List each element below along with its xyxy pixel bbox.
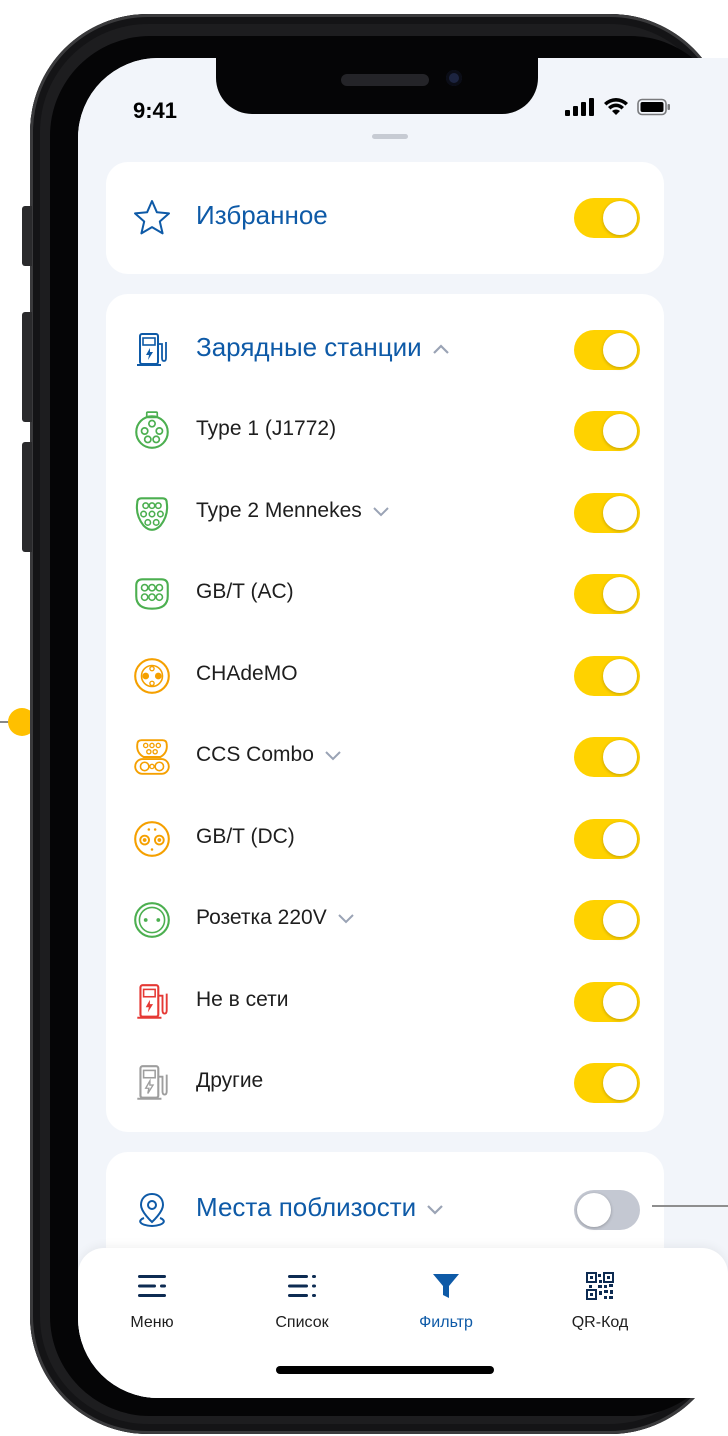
offline-station-icon <box>130 980 174 1024</box>
favorites-row[interactable]: Избранное <box>106 178 664 258</box>
stations-toggle[interactable] <box>574 330 640 370</box>
station-row[interactable]: Другие <box>106 1043 664 1123</box>
station-toggle[interactable] <box>574 1063 640 1103</box>
chevron-down-icon[interactable] <box>372 505 390 517</box>
tab-bar: Меню Список Фильтр QR-Код <box>78 1248 728 1398</box>
stations-label: Зарядные станции <box>196 332 450 363</box>
station-row[interactable]: GB/T (DC) <box>106 799 664 879</box>
station-label: GB/T (AC) <box>196 580 294 603</box>
home-indicator <box>276 1366 494 1374</box>
nearby-toggle[interactable] <box>574 1190 640 1230</box>
front-camera <box>446 70 462 86</box>
tab-list[interactable]: Список <box>242 1268 362 1332</box>
station-toggle[interactable] <box>574 492 640 533</box>
mute-switch <box>22 206 32 266</box>
station-label: GB/T (DC) <box>196 824 295 848</box>
station-label: CHAdeMO <box>196 661 298 685</box>
other-station-icon <box>130 1061 174 1105</box>
gbt-dc-connector-icon <box>130 817 174 861</box>
station-label: Type 2 Mennekes <box>196 499 390 523</box>
charging-station-icon <box>130 328 174 372</box>
station-label: Type 1 (J1772) <box>196 417 337 440</box>
station-toggle[interactable] <box>574 737 640 777</box>
station-toggle[interactable] <box>574 900 640 940</box>
sheet-grabber[interactable] <box>372 134 408 139</box>
tab-list-label: Список <box>275 1314 329 1331</box>
location-pin-icon <box>130 1188 174 1232</box>
station-label: Другие <box>196 1069 264 1092</box>
station-label: Розетка 220V <box>196 906 355 930</box>
tab-filter[interactable]: Фильтр <box>386 1268 506 1332</box>
station-toggle[interactable] <box>574 574 640 614</box>
gbt-ac-connector-icon <box>130 572 174 616</box>
volume-down-button <box>22 442 32 552</box>
type1-connector-icon <box>130 409 174 453</box>
chevron-down-icon[interactable] <box>337 912 355 924</box>
menu-icon <box>138 1275 166 1297</box>
stations-header-row[interactable]: Зарядные станции <box>106 310 664 390</box>
tab-filter-label: Фильтр <box>419 1314 473 1331</box>
qr-code-icon <box>586 1272 614 1300</box>
station-toggle[interactable] <box>574 981 640 1022</box>
favorites-toggle[interactable] <box>574 198 640 238</box>
station-row[interactable]: Type 2 Mennekes <box>106 473 664 553</box>
chevron-down-icon[interactable] <box>426 1203 444 1215</box>
socket-220v-icon <box>130 898 174 942</box>
chademo-connector-icon <box>130 654 174 698</box>
favorites-card: Избранное <box>106 162 664 274</box>
station-row[interactable]: Не в сети <box>106 962 664 1042</box>
station-toggle[interactable] <box>574 411 640 451</box>
stations-card: Зарядные станции Type 1 (J1772) Type 2 Me… <box>106 294 664 1132</box>
tab-menu-label: Меню <box>130 1314 174 1331</box>
station-label: Не в сети <box>196 987 289 1011</box>
tab-qr-code[interactable]: QR-Код <box>540 1268 660 1332</box>
filter-icon <box>433 1274 459 1298</box>
notch <box>216 58 538 114</box>
station-row[interactable]: CCS Combo <box>106 717 664 797</box>
type2-connector-icon <box>130 491 174 535</box>
favorites-label: Избранное <box>196 200 328 230</box>
tab-qr-code-label: QR-Код <box>571 1314 629 1331</box>
nearby-label: Места поблизости <box>196 1192 444 1223</box>
station-row[interactable]: Type 1 (J1772) <box>106 391 664 471</box>
filter-sheet: Избранное Зарядные станции Type 1 (J1772… <box>78 120 728 1398</box>
wifi-icon <box>604 98 628 115</box>
ccs-combo-connector-icon <box>130 735 174 779</box>
speaker-grill <box>341 74 429 86</box>
station-row[interactable]: GB/T (AC) <box>106 554 664 634</box>
volume-up-button <box>22 312 32 422</box>
station-label: CCS Combo <box>196 743 342 767</box>
phone-screen: 9:41 Избранное Зарядные станции Type 1 (… <box>78 58 728 1398</box>
star-icon <box>130 196 174 240</box>
tab-menu[interactable]: Меню <box>92 1268 212 1332</box>
station-row[interactable]: Розетка 220V <box>106 880 664 960</box>
list-icon <box>288 1275 316 1297</box>
chevron-up-icon[interactable] <box>432 343 450 355</box>
annotation-line-right <box>652 1205 728 1207</box>
battery-icon <box>637 98 670 116</box>
station-toggle[interactable] <box>574 818 640 859</box>
nearby-row[interactable]: Места поблизости <box>106 1170 664 1250</box>
station-row[interactable]: CHAdeMO <box>106 636 664 716</box>
station-toggle[interactable] <box>574 655 640 696</box>
cellular-signal-icon <box>565 98 594 116</box>
chevron-down-icon[interactable] <box>324 749 342 761</box>
